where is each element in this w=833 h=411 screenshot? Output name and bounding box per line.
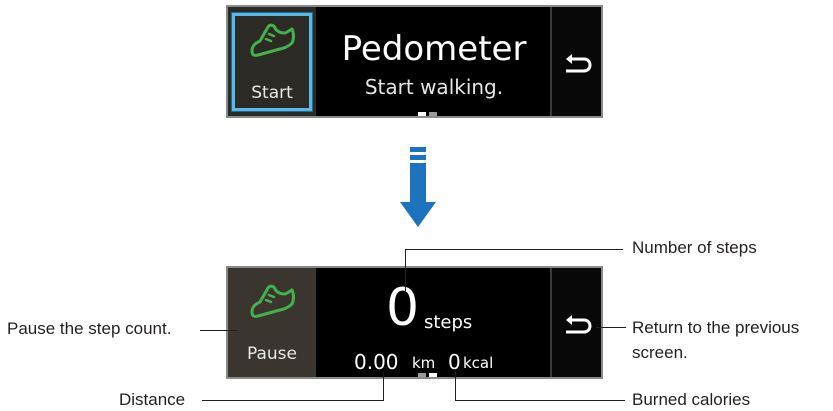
distance-unit: km	[412, 354, 436, 372]
back-icon	[566, 54, 592, 73]
calories-value: 0	[448, 350, 461, 374]
app-subtitle: Start walking.	[364, 75, 504, 99]
return-callout-line1: Return to the previous	[632, 318, 800, 337]
burned-calories-callout: Burned calories	[632, 390, 751, 409]
pause-button-label: Pause	[247, 344, 297, 364]
pause-button[interactable]: Pause	[228, 268, 316, 377]
start-button[interactable]: Start	[228, 7, 316, 116]
down-arrow-icon	[400, 147, 436, 227]
distance-callout-line-h	[202, 400, 384, 401]
shoe-icon	[250, 284, 295, 318]
steps-unit: steps	[424, 312, 473, 333]
page-indicator	[418, 111, 438, 116]
steps-value: 0	[386, 278, 420, 338]
pause-callout: Pause the step count.	[7, 319, 172, 338]
start-button-label: Start	[251, 83, 293, 103]
pause-callout-line	[200, 330, 237, 331]
distance-value: 0.00	[354, 350, 399, 374]
distance-callout: Distance	[119, 390, 186, 409]
calories-callout-line-h	[455, 400, 625, 401]
back-button[interactable]	[550, 7, 601, 116]
back-icon	[566, 315, 592, 334]
return-callout-line	[596, 327, 626, 328]
pedometer-running-screen: Pause 0 steps 0.00 km 0 kcal	[226, 266, 603, 379]
page-indicator	[418, 372, 438, 377]
calories-callout-line-v	[455, 372, 456, 400]
app-title: Pedometer	[341, 29, 527, 69]
steps-callout-line-h	[405, 249, 623, 250]
pedometer-start-screen: Start Pedometer Start walking.	[226, 5, 603, 118]
return-callout-line2: screen.	[632, 343, 688, 362]
shoe-icon	[250, 23, 295, 57]
back-button[interactable]	[550, 268, 601, 377]
calories-unit: kcal	[463, 354, 494, 372]
distance-callout-line-v	[383, 372, 384, 400]
number-of-steps-callout: Number of steps	[632, 238, 757, 257]
steps-callout-line-v	[405, 249, 406, 293]
